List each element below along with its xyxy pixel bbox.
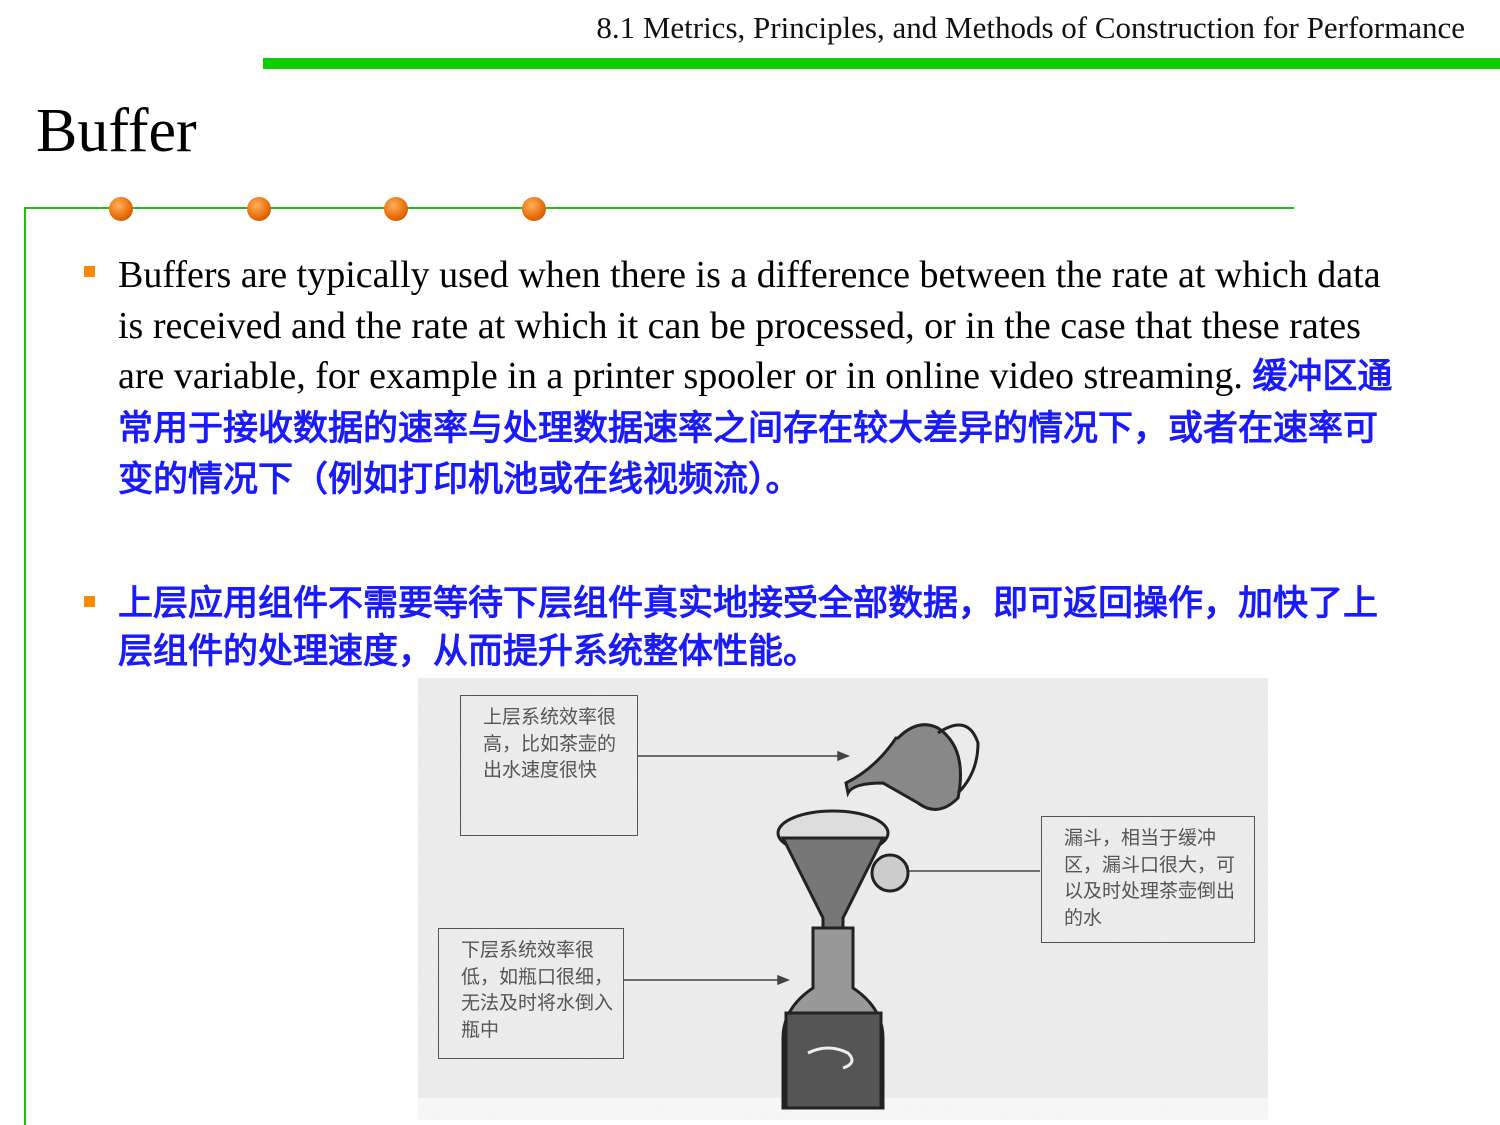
- slide-title: Buffer: [36, 97, 197, 165]
- buffer-illustration: 上层系统效率很高，比如茶壶的出水速度很快 漏斗，相当于缓冲区，漏斗口很大，可以及…: [418, 678, 1268, 1120]
- bullet-text-zh: 上层应用组件不需要等待下层组件真实地接受全部数据，即可返回操作，加快了上层组件的…: [118, 584, 1379, 672]
- decor-dot: [247, 197, 271, 221]
- decor-dot: [109, 197, 133, 221]
- lower-system-box: 下层系统效率很低，如瓶口很细，无法及时将水倒入瓶中: [438, 928, 624, 1059]
- bullet-text-en: Buffers are typically used when there is…: [118, 254, 1381, 397]
- decor-dot: [384, 197, 408, 221]
- bullet-item: 上层应用组件不需要等待下层组件真实地接受全部数据，即可返回操作，加快了上层组件的…: [84, 580, 1408, 676]
- bullet-item: Buffers are typically used when there is…: [84, 250, 1408, 506]
- decor-dot: [522, 197, 546, 221]
- left-border-line: [24, 207, 26, 1125]
- header-green-bar: [263, 58, 1500, 69]
- section-header: 8.1 Metrics, Principles, and Methods of …: [596, 10, 1465, 45]
- bullet-square-icon: [84, 266, 95, 277]
- title-divider: [24, 207, 1294, 209]
- funnel-buffer-box: 漏斗，相当于缓冲区，漏斗口很大，可以及时处理茶壶倒出的水: [1041, 816, 1255, 943]
- bullet-square-icon: [84, 596, 95, 607]
- upper-system-box: 上层系统效率很高，比如茶壶的出水速度很快: [460, 695, 638, 836]
